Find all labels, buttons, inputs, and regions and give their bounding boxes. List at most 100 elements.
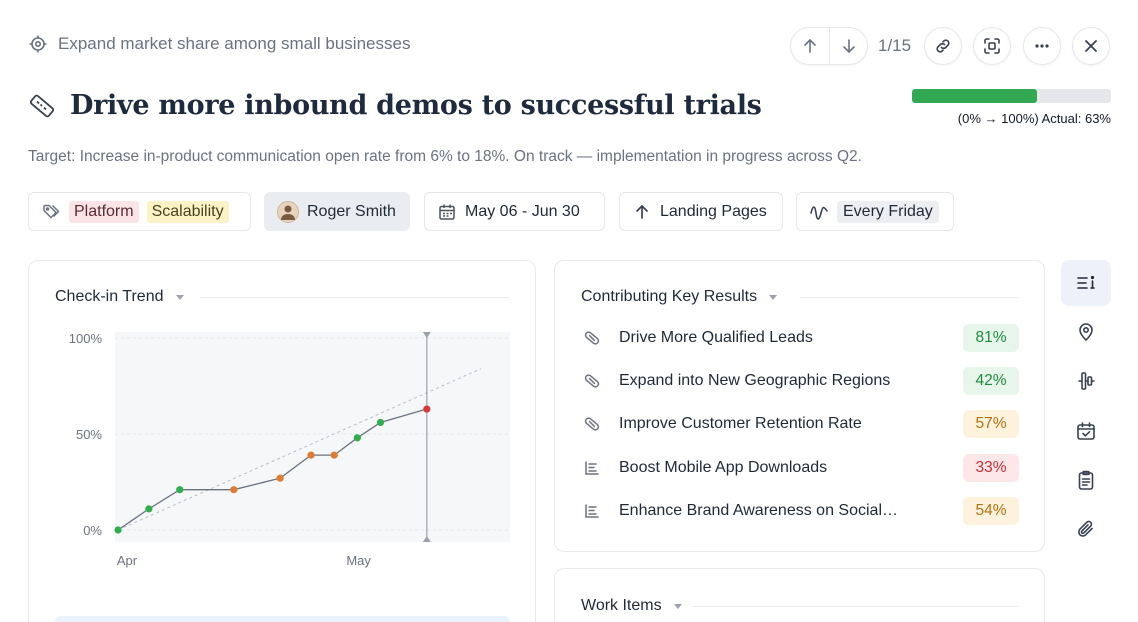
progress-label: (0% → 100%) Actual: 63% xyxy=(957,111,1111,126)
clipboard-icon xyxy=(1078,470,1094,490)
details-tab-button[interactable] xyxy=(1061,260,1111,306)
checkin-frequency-label: Every Friday xyxy=(837,200,939,223)
key-result-item[interactable]: Expand into New Geographic Regions 42% xyxy=(583,367,1019,395)
target-icon xyxy=(29,35,47,53)
more-options-button[interactable] xyxy=(1023,27,1061,65)
checkin-point xyxy=(230,486,238,494)
checkin-point xyxy=(276,474,284,482)
tag-platform: Platform xyxy=(69,200,139,223)
chart-footer-bar xyxy=(55,616,510,622)
x-tick-label: May xyxy=(346,553,371,568)
alignment-tab-button[interactable] xyxy=(1061,358,1111,404)
pager-controls: 1/15 xyxy=(790,27,922,65)
checkin-point xyxy=(423,405,431,413)
key-result-item[interactable]: Boost Mobile App Downloads 33% xyxy=(583,454,1019,482)
tag-icon xyxy=(43,204,60,218)
checkin-point xyxy=(145,505,153,513)
key-result-label: Drive More Qualified Leads xyxy=(619,329,813,346)
pulse-wave-icon xyxy=(810,205,828,220)
key-result-progress-badge: 33% xyxy=(963,454,1019,482)
objective-description: Target: Increase in-product communicatio… xyxy=(28,148,862,165)
avatar xyxy=(277,200,299,223)
owner-chip[interactable]: Roger Smith xyxy=(264,192,410,231)
breadcrumb[interactable]: Expand market share among small business… xyxy=(28,34,410,54)
owner-name: Roger Smith xyxy=(307,202,396,220)
checkin-frequency-chip[interactable]: Every Friday xyxy=(796,192,954,231)
key-result-label: Expand into New Geographic Regions xyxy=(619,372,891,389)
list-info-icon xyxy=(1077,275,1095,289)
y-tick-label: 0% xyxy=(83,523,102,538)
copy-link-button[interactable] xyxy=(924,27,962,65)
link-icon xyxy=(936,39,950,53)
hierarchy-icon xyxy=(1078,372,1095,390)
calendar-check-icon xyxy=(1077,422,1095,440)
objective-detail-panel: Expand market share among small business… xyxy=(0,0,1138,622)
arrow-up-icon xyxy=(804,38,816,53)
key-result-item[interactable]: Enhance Brand Awareness on Social… 54% xyxy=(583,497,1019,525)
key-result-item[interactable]: Improve Customer Retention Rate 57% xyxy=(583,410,1019,438)
key-results-header[interactable]: Contributing Key Results xyxy=(581,288,778,306)
key-result-label: Enhance Brand Awareness on Social… xyxy=(619,502,898,519)
focus-frame-icon xyxy=(984,38,1000,54)
checkin-trend-header[interactable]: Check-in Trend xyxy=(55,288,184,306)
date-range-chip[interactable]: May 06 - Jun 30 xyxy=(424,192,605,231)
key-result-progress-badge: 42% xyxy=(963,367,1019,395)
checkin-point xyxy=(307,451,315,459)
close-button[interactable] xyxy=(1072,27,1110,65)
ruler-icon xyxy=(29,94,55,117)
link-icon xyxy=(584,374,600,388)
checkin-point xyxy=(353,434,361,442)
more-dots-icon xyxy=(1035,44,1049,48)
checkin-point xyxy=(114,526,122,534)
location-tab-button[interactable] xyxy=(1061,309,1111,355)
key-result-label: Boost Mobile App Downloads xyxy=(619,459,828,476)
breadcrumb-label: Expand market share among small business… xyxy=(58,34,411,53)
divider xyxy=(800,297,1018,298)
list-icon xyxy=(585,461,599,475)
checkin-point xyxy=(376,418,385,427)
pager-count: 1/15 xyxy=(878,36,912,55)
next-button[interactable] xyxy=(829,28,867,64)
attachments-tab-button[interactable] xyxy=(1061,506,1111,552)
key-result-progress-badge: 57% xyxy=(963,410,1019,438)
title-row: Drive more inbound demos to successful t… xyxy=(28,90,762,121)
work-items-header[interactable]: Work Items xyxy=(581,597,682,615)
calendar-icon xyxy=(439,204,455,220)
checkin-trend-title: Check-in Trend xyxy=(55,288,164,305)
notes-tab-button[interactable] xyxy=(1061,457,1111,503)
y-tick-label: 50% xyxy=(76,427,102,442)
caret-down-icon xyxy=(673,603,682,609)
previous-button[interactable] xyxy=(791,28,829,64)
x-tick-label: Apr xyxy=(117,553,138,568)
key-results-title: Contributing Key Results xyxy=(581,288,758,305)
tag-scalability: Scalability xyxy=(146,200,229,223)
prev-next-group xyxy=(790,27,868,65)
location-pin-icon xyxy=(1079,323,1093,342)
date-range-label: May 06 - Jun 30 xyxy=(465,202,580,220)
caret-down-icon xyxy=(769,294,778,300)
divider xyxy=(692,606,1018,607)
checkin-trend-chart: 100% 50% 0% Apr May xyxy=(69,331,510,568)
checkin-point xyxy=(176,486,184,494)
list-icon xyxy=(585,504,599,518)
plot-area xyxy=(115,332,510,542)
divider xyxy=(200,297,510,298)
checkin-point xyxy=(330,451,338,459)
key-result-label: Improve Customer Retention Rate xyxy=(619,415,862,432)
caret-down-icon xyxy=(175,294,184,300)
work-items-title: Work Items xyxy=(581,597,662,614)
page-title: Drive more inbound demos to successful t… xyxy=(70,90,762,121)
person-icon xyxy=(281,205,295,220)
alignment-chip[interactable]: Landing Pages xyxy=(619,192,783,231)
tags-chip[interactable]: Platform Scalability xyxy=(28,192,251,231)
checkins-tab-button[interactable] xyxy=(1061,408,1111,454)
link-icon xyxy=(584,417,600,431)
progress-bar-fill xyxy=(912,89,1038,103)
key-result-progress-badge: 81% xyxy=(963,324,1019,352)
link-icon xyxy=(584,331,600,345)
key-result-progress-badge: 54% xyxy=(963,497,1019,525)
focus-mode-button[interactable] xyxy=(973,27,1011,65)
paperclip-icon xyxy=(1078,520,1093,537)
y-tick-label: 100% xyxy=(69,331,103,346)
key-result-item[interactable]: Drive More Qualified Leads 81% xyxy=(583,324,1019,352)
